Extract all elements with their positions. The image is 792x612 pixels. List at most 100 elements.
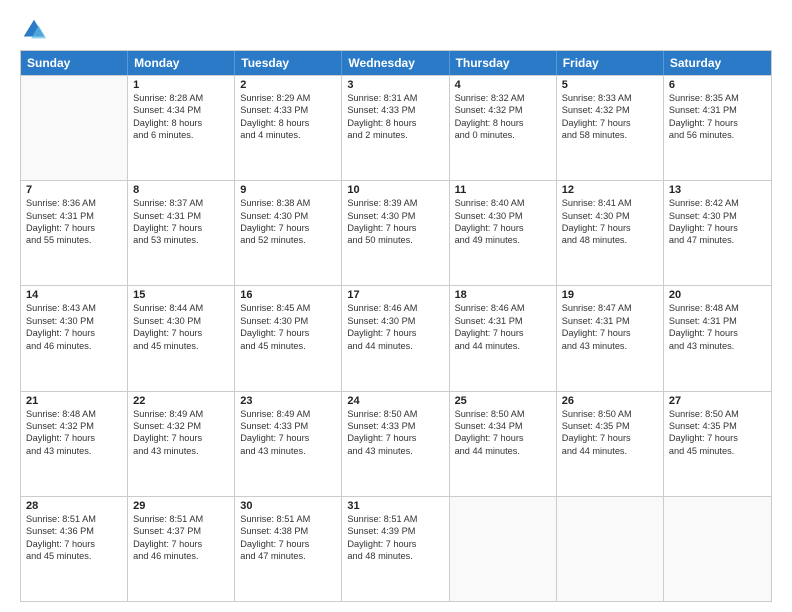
day-number: 13 [669,184,766,196]
calendar-cell: 22Sunrise: 8:49 AMSunset: 4:32 PMDayligh… [128,392,235,496]
cell-info-line: Sunset: 4:39 PM [347,525,443,537]
cell-info-line: Sunrise: 8:49 AM [240,408,336,420]
day-number: 9 [240,184,336,196]
cell-info-line: Sunrise: 8:51 AM [26,513,122,525]
cell-info-line: Sunset: 4:31 PM [26,210,122,222]
calendar-cell: 30Sunrise: 8:51 AMSunset: 4:38 PMDayligh… [235,497,342,601]
cell-info-line: Sunrise: 8:43 AM [26,302,122,314]
day-number: 21 [26,395,122,407]
cell-info-line: and 43 minutes. [133,445,229,457]
calendar-cell: 19Sunrise: 8:47 AMSunset: 4:31 PMDayligh… [557,286,664,390]
cell-info-line: Sunrise: 8:50 AM [562,408,658,420]
cell-info-line: Daylight: 7 hours [562,222,658,234]
header-day-tuesday: Tuesday [235,51,342,75]
cell-info-line: Sunrise: 8:33 AM [562,92,658,104]
cell-info-line: Daylight: 7 hours [133,538,229,550]
cell-info-line: Sunset: 4:33 PM [347,104,443,116]
cell-info-line: Sunset: 4:30 PM [240,315,336,327]
cell-info-line: Sunset: 4:33 PM [240,104,336,116]
day-number: 31 [347,500,443,512]
cell-info-line: Sunset: 4:31 PM [669,104,766,116]
cell-info-line: and 44 minutes. [347,340,443,352]
logo-icon [20,16,48,44]
cell-info-line: and 49 minutes. [455,234,551,246]
cell-info-line: and 45 minutes. [240,340,336,352]
calendar-cell: 10Sunrise: 8:39 AMSunset: 4:30 PMDayligh… [342,181,449,285]
cell-info-line: Sunrise: 8:50 AM [455,408,551,420]
calendar-cell: 31Sunrise: 8:51 AMSunset: 4:39 PMDayligh… [342,497,449,601]
cell-info-line: Daylight: 7 hours [347,327,443,339]
day-number: 12 [562,184,658,196]
day-number: 14 [26,289,122,301]
cell-info-line: Sunrise: 8:46 AM [347,302,443,314]
header-day-thursday: Thursday [450,51,557,75]
day-number: 22 [133,395,229,407]
calendar-cell: 29Sunrise: 8:51 AMSunset: 4:37 PMDayligh… [128,497,235,601]
cell-info-line: Daylight: 7 hours [240,327,336,339]
calendar-cell: 7Sunrise: 8:36 AMSunset: 4:31 PMDaylight… [21,181,128,285]
header [20,16,772,44]
cell-info-line: and 6 minutes. [133,129,229,141]
cell-info-line: Sunset: 4:37 PM [133,525,229,537]
header-day-wednesday: Wednesday [342,51,449,75]
cell-info-line: Sunset: 4:30 PM [562,210,658,222]
cell-info-line: Sunset: 4:38 PM [240,525,336,537]
cell-info-line: Daylight: 7 hours [455,222,551,234]
cell-info-line: Sunrise: 8:50 AM [669,408,766,420]
header-day-monday: Monday [128,51,235,75]
cell-info-line: Sunrise: 8:45 AM [240,302,336,314]
cell-info-line: and 43 minutes. [26,445,122,457]
day-number: 27 [669,395,766,407]
calendar-cell: 14Sunrise: 8:43 AMSunset: 4:30 PMDayligh… [21,286,128,390]
cell-info-line: and 48 minutes. [347,550,443,562]
cell-info-line: Sunrise: 8:49 AM [133,408,229,420]
cell-info-line: Sunrise: 8:42 AM [669,197,766,209]
cell-info-line: Daylight: 7 hours [455,327,551,339]
day-number: 18 [455,289,551,301]
calendar-cell: 8Sunrise: 8:37 AMSunset: 4:31 PMDaylight… [128,181,235,285]
day-number: 2 [240,79,336,91]
day-number: 5 [562,79,658,91]
page: SundayMondayTuesdayWednesdayThursdayFrid… [0,0,792,612]
cell-info-line: Sunrise: 8:38 AM [240,197,336,209]
cell-info-line: and 55 minutes. [26,234,122,246]
cell-info-line: Sunset: 4:31 PM [562,315,658,327]
cell-info-line: and 4 minutes. [240,129,336,141]
cell-info-line: and 50 minutes. [347,234,443,246]
calendar-cell: 13Sunrise: 8:42 AMSunset: 4:30 PMDayligh… [664,181,771,285]
calendar-cell: 3Sunrise: 8:31 AMSunset: 4:33 PMDaylight… [342,76,449,180]
cell-info-line: and 45 minutes. [26,550,122,562]
cell-info-line: Sunrise: 8:48 AM [669,302,766,314]
cell-info-line: Sunset: 4:30 PM [26,315,122,327]
cell-info-line: Sunset: 4:35 PM [669,420,766,432]
calendar-cell: 18Sunrise: 8:46 AMSunset: 4:31 PMDayligh… [450,286,557,390]
cell-info-line: and 45 minutes. [669,445,766,457]
calendar-cell [664,497,771,601]
day-number: 10 [347,184,443,196]
day-number: 29 [133,500,229,512]
calendar-cell: 15Sunrise: 8:44 AMSunset: 4:30 PMDayligh… [128,286,235,390]
cell-info-line: Daylight: 7 hours [133,327,229,339]
calendar-cell: 16Sunrise: 8:45 AMSunset: 4:30 PMDayligh… [235,286,342,390]
cell-info-line: Daylight: 7 hours [669,117,766,129]
cell-info-line: Sunset: 4:30 PM [133,315,229,327]
day-number: 7 [26,184,122,196]
cell-info-line: Daylight: 7 hours [240,222,336,234]
cell-info-line: Daylight: 7 hours [347,538,443,550]
logo [20,16,52,44]
day-number: 15 [133,289,229,301]
cell-info-line: and 44 minutes. [455,445,551,457]
cell-info-line: Daylight: 7 hours [347,222,443,234]
cell-info-line: and 58 minutes. [562,129,658,141]
day-number: 1 [133,79,229,91]
cell-info-line: and 46 minutes. [133,550,229,562]
day-number: 6 [669,79,766,91]
day-number: 19 [562,289,658,301]
cell-info-line: Sunset: 4:34 PM [133,104,229,116]
calendar-cell [21,76,128,180]
cell-info-line: and 44 minutes. [455,340,551,352]
calendar-cell: 27Sunrise: 8:50 AMSunset: 4:35 PMDayligh… [664,392,771,496]
cell-info-line: Sunset: 4:32 PM [26,420,122,432]
cell-info-line: Daylight: 7 hours [669,432,766,444]
cell-info-line: Daylight: 7 hours [669,222,766,234]
